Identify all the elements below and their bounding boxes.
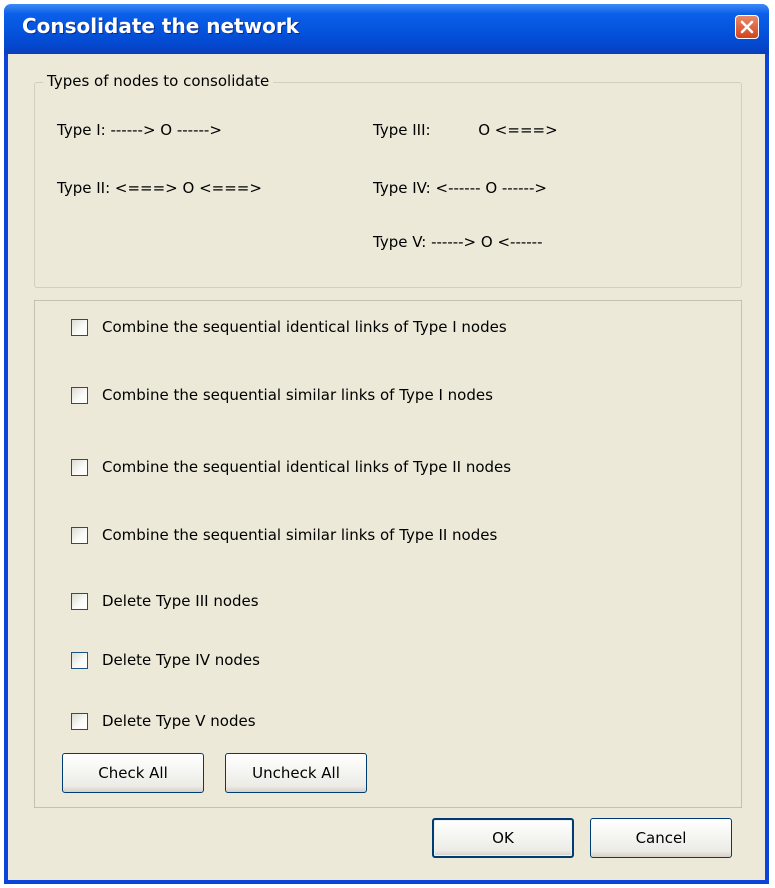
option-row-combine-similar-type-ii[interactable]: Combine the sequential similar links of …	[71, 523, 497, 547]
ok-button[interactable]: OK	[432, 818, 574, 858]
node-types-legend: Types of nodes to consolidate	[43, 72, 274, 90]
option-row-combine-similar-type-i[interactable]: Combine the sequential similar links of …	[71, 383, 493, 407]
dialog-client-area: Types of nodes to consolidate Type I: --…	[8, 54, 765, 880]
window-title: Consolidate the network	[22, 14, 299, 38]
option-row-combine-identical-type-ii[interactable]: Combine the sequential identical links o…	[71, 455, 511, 479]
cancel-button[interactable]: Cancel	[590, 818, 732, 858]
type-i-label: Type I: ------> O ------>	[57, 121, 222, 139]
checkbox-delete-type-v[interactable]	[71, 712, 88, 730]
uncheck-all-button[interactable]: Uncheck All	[225, 753, 367, 793]
option-row-delete-type-iv[interactable]: Delete Type IV nodes	[71, 648, 260, 672]
checkbox-combine-similar-type-i[interactable]	[71, 386, 88, 404]
check-all-button[interactable]: Check All	[62, 753, 204, 793]
checkbox-label: Delete Type V nodes	[102, 712, 256, 730]
options-panel: Combine the sequential identical links o…	[34, 300, 742, 808]
close-button[interactable]	[735, 15, 759, 39]
checkbox-delete-type-iii[interactable]	[71, 592, 88, 610]
checkbox-label: Delete Type III nodes	[102, 592, 259, 610]
title-bar[interactable]: Consolidate the network	[4, 4, 769, 54]
dialog-window: Consolidate the network Types of nodes t…	[4, 4, 769, 884]
option-row-delete-type-v[interactable]: Delete Type V nodes	[71, 709, 256, 733]
checkbox-label: Combine the sequential similar links of …	[102, 386, 493, 404]
type-ii-label: Type II: <===> O <===>	[57, 179, 262, 197]
checkbox-label: Combine the sequential identical links o…	[102, 318, 507, 336]
checkbox-label: Combine the sequential similar links of …	[102, 526, 498, 544]
checkbox-delete-type-iv[interactable]	[71, 651, 88, 669]
type-iv-label: Type IV: <------ O ------>	[373, 179, 547, 197]
close-icon	[740, 20, 754, 34]
option-row-delete-type-iii[interactable]: Delete Type III nodes	[71, 589, 259, 613]
checkbox-combine-identical-type-ii[interactable]	[71, 458, 88, 476]
checkbox-combine-similar-type-ii[interactable]	[71, 526, 88, 544]
checkbox-label: Delete Type IV nodes	[102, 651, 260, 669]
checkbox-label: Combine the sequential identical links o…	[102, 458, 512, 476]
type-v-label: Type V: ------> O <------	[373, 233, 543, 251]
type-iii-label: Type III: O <===>	[373, 121, 558, 139]
checkbox-combine-identical-type-i[interactable]	[71, 318, 88, 336]
option-row-combine-identical-type-i[interactable]: Combine the sequential identical links o…	[71, 315, 507, 339]
node-types-group: Types of nodes to consolidate Type I: --…	[34, 72, 742, 288]
